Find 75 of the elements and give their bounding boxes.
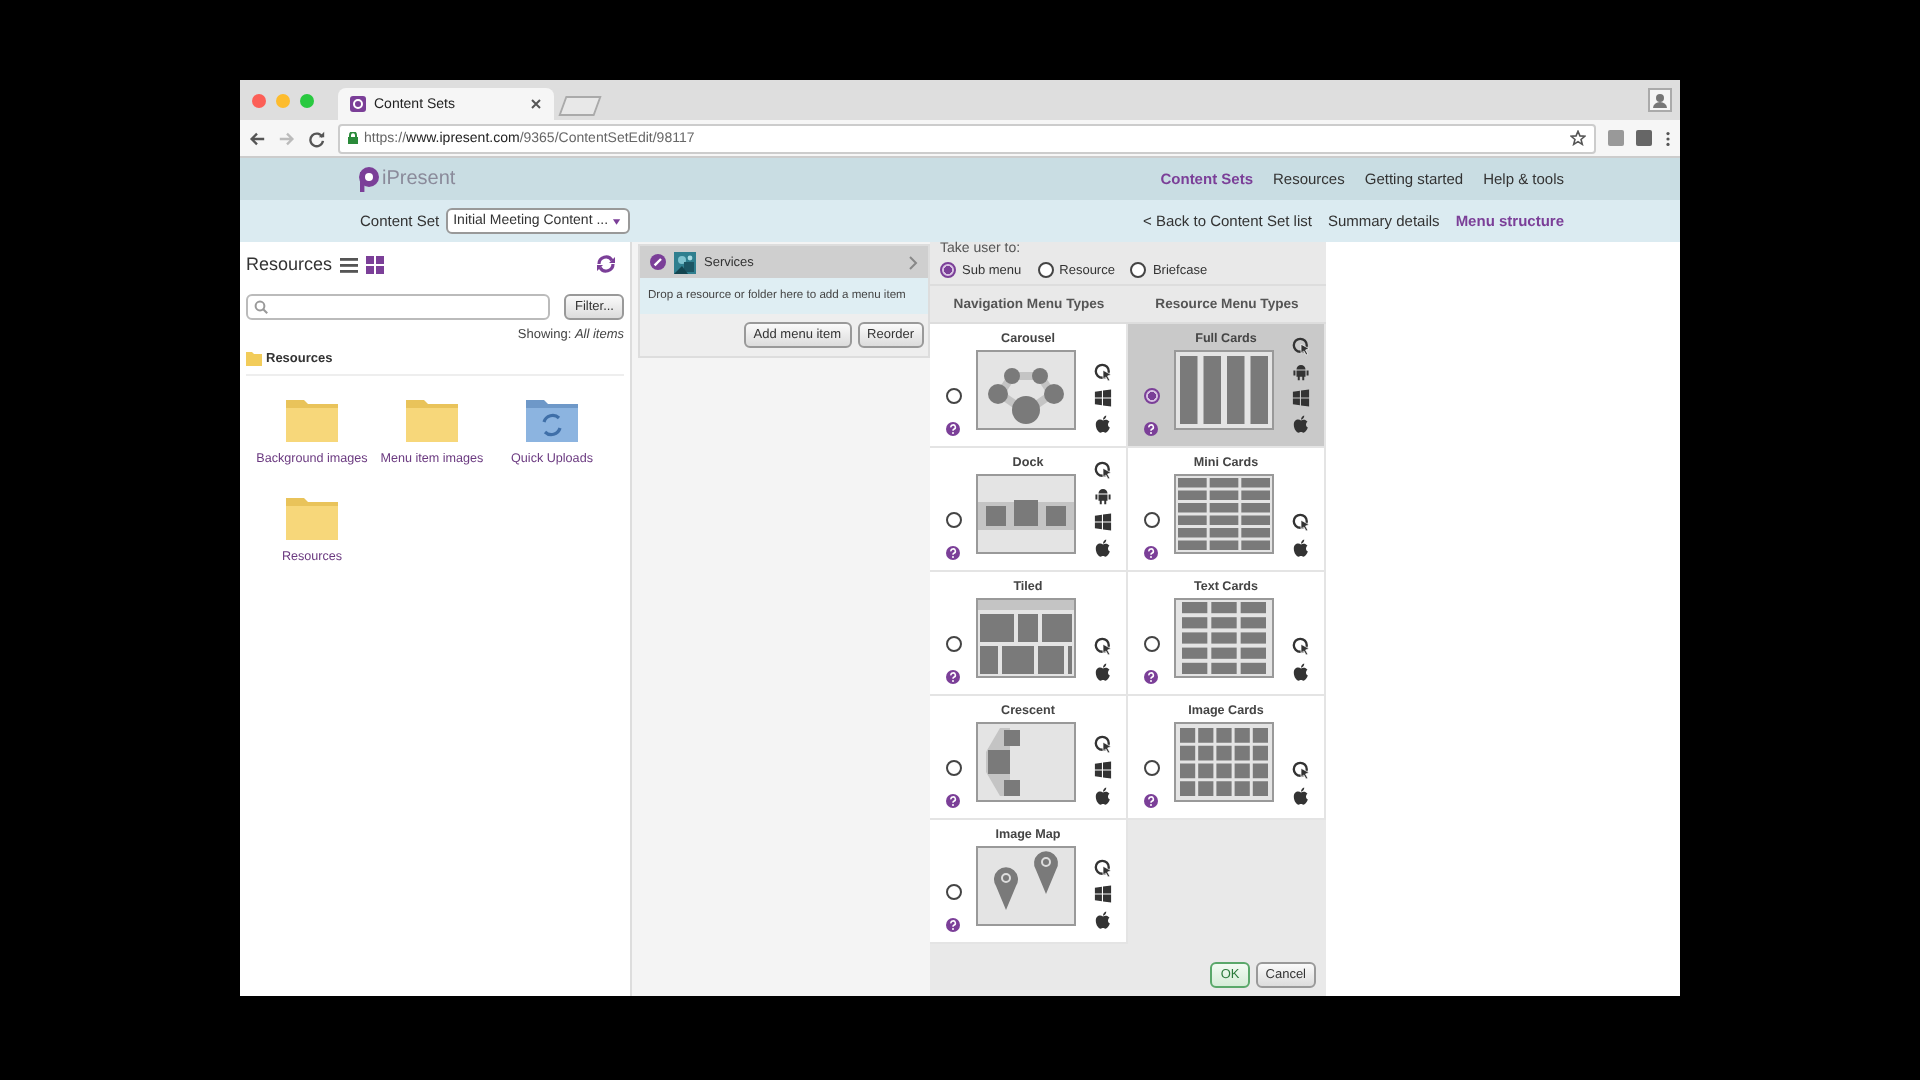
back-icon[interactable] <box>248 129 266 147</box>
windows-icon <box>1292 388 1310 408</box>
layout-preview-drawing <box>1174 474 1274 554</box>
windows-icon <box>1094 760 1112 780</box>
robot-icon <box>1094 486 1112 506</box>
help-icon[interactable] <box>946 546 960 560</box>
radio-button[interactable] <box>945 884 961 900</box>
radio-button[interactable] <box>1130 262 1147 278</box>
globe-cursor-icon <box>1094 734 1112 754</box>
layout-preview-drawing <box>976 722 1076 802</box>
help-icon[interactable] <box>1144 422 1158 436</box>
search-icon <box>254 300 268 314</box>
globe-cursor-icon <box>1094 858 1112 878</box>
apple-icon <box>1292 414 1310 434</box>
layout-preview-drawing <box>976 474 1076 554</box>
bookmark-star-icon[interactable] <box>1570 130 1586 146</box>
search-field[interactable] <box>246 294 551 320</box>
help-icon[interactable] <box>946 422 960 436</box>
help-icon[interactable] <box>1144 670 1158 684</box>
apple-icon <box>1094 662 1112 682</box>
globe-cursor-icon <box>1292 760 1310 780</box>
close-icon[interactable] <box>530 98 542 110</box>
folder-icon <box>246 352 262 366</box>
robot-icon <box>1292 362 1310 382</box>
windows-icon <box>1094 388 1112 408</box>
radio-button[interactable] <box>1143 388 1159 404</box>
reload-icon[interactable] <box>308 129 326 147</box>
lock-icon <box>348 132 358 144</box>
apple-icon <box>1094 538 1112 558</box>
apple-icon <box>1292 662 1310 682</box>
layout-preview-drawing <box>1174 722 1274 802</box>
windows-icon <box>1094 512 1112 532</box>
logo-icon <box>356 166 380 192</box>
apple-icon <box>1292 786 1310 806</box>
layout-preview-drawing <box>976 846 1076 926</box>
help-icon[interactable] <box>1144 546 1158 560</box>
grid-view-icon[interactable] <box>366 255 385 273</box>
radio-button[interactable] <box>1143 760 1159 776</box>
layout-preview-drawing <box>1174 350 1274 430</box>
globe-cursor-icon <box>1094 460 1112 480</box>
layout-preview-drawing <box>976 598 1076 678</box>
apple-icon <box>1094 414 1112 434</box>
globe-cursor-icon <box>1292 336 1310 356</box>
globe-cursor-icon <box>1292 512 1310 532</box>
favicon-icon <box>350 96 366 112</box>
layout-preview-drawing <box>1174 598 1274 678</box>
refresh-icon[interactable] <box>596 254 616 274</box>
logo-text: iPresent <box>382 168 456 190</box>
apple-icon <box>1094 786 1112 806</box>
radio-button[interactable] <box>945 636 961 652</box>
help-icon[interactable] <box>946 918 960 932</box>
help-icon[interactable] <box>946 670 960 684</box>
help-icon[interactable] <box>1144 794 1158 808</box>
globe-cursor-icon <box>1094 362 1112 382</box>
radio-button[interactable] <box>1143 636 1159 652</box>
apple-icon <box>1094 910 1112 930</box>
radio-button[interactable] <box>1037 262 1054 278</box>
menu-icon[interactable] <box>1664 129 1672 147</box>
panel-title: Resources <box>246 254 333 274</box>
globe-cursor-icon <box>1094 636 1112 656</box>
chevron-icon <box>908 255 918 269</box>
radio-button[interactable] <box>940 262 956 278</box>
globe-cursor-icon <box>1292 636 1310 656</box>
apple-icon <box>1292 538 1310 558</box>
caret-icon <box>612 217 622 225</box>
help-icon[interactable] <box>946 794 960 808</box>
list-view-icon[interactable] <box>340 255 359 273</box>
layout-preview-drawing <box>976 350 1076 430</box>
edit-icon[interactable] <box>650 254 666 270</box>
radio-button[interactable] <box>945 388 961 404</box>
radio-button[interactable] <box>1143 512 1159 528</box>
windows-icon <box>1094 884 1112 904</box>
user-icon[interactable] <box>1648 88 1672 112</box>
radio-button[interactable] <box>945 760 961 776</box>
radio-button[interactable] <box>945 512 961 528</box>
